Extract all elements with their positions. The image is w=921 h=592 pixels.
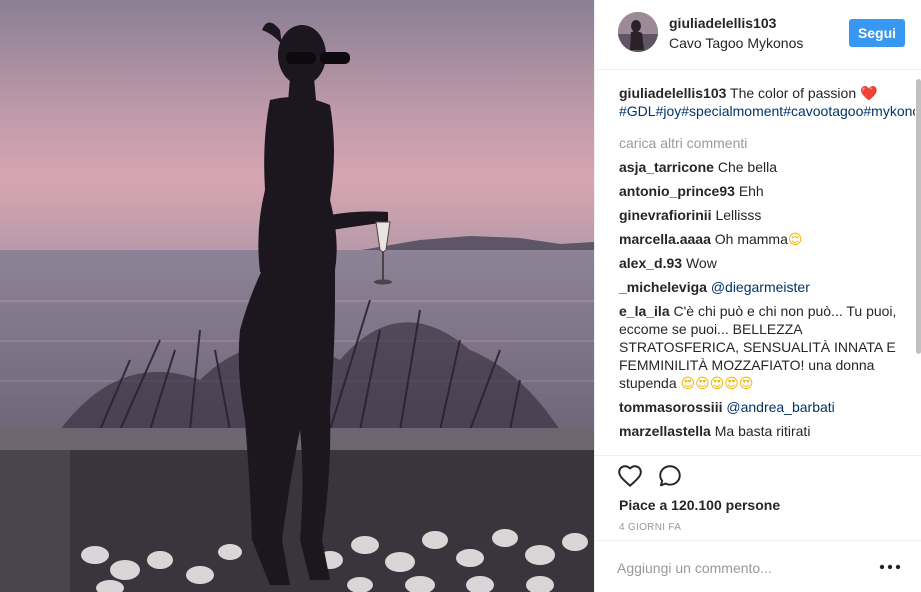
comment-username[interactable]: ginevrafiorinii xyxy=(619,207,712,223)
post-author-username[interactable]: giuliadelellis103 xyxy=(669,15,776,31)
comment-text: Ma basta ritirati xyxy=(714,423,811,439)
comments-scrollbar[interactable] xyxy=(915,71,921,454)
comment-mention[interactable]: @diegarmeister xyxy=(711,279,810,295)
comment-username[interactable]: tommasorossiii xyxy=(619,399,722,415)
add-comment-input[interactable] xyxy=(617,558,867,578)
more-options-icon[interactable] xyxy=(878,560,902,574)
comment-text: Che bella xyxy=(717,159,777,175)
caption-username[interactable]: giuliadelellis103 xyxy=(619,85,726,101)
comment-text: Ehh xyxy=(738,183,764,199)
comment-username[interactable]: marzellastella xyxy=(619,423,711,439)
caption-hashtags[interactable]: #GDL#joy#specialmoment#cavootagoo#mykono… xyxy=(619,103,915,119)
add-comment-bar xyxy=(595,540,921,592)
comments-list[interactable]: giuliadelellis103 The color of passion ❤… xyxy=(595,71,915,454)
comment-item: tommasorossiii @andrea_barbati xyxy=(619,398,903,416)
post-location[interactable]: Cavo Tagoo Mykonos xyxy=(669,35,803,51)
like-count[interactable]: Piace a 120.100 persone xyxy=(619,497,780,513)
post-photo[interactable] xyxy=(0,0,594,592)
scrollbar-thumb[interactable] xyxy=(916,79,921,354)
comment-item: antonio_prince93 Ehh xyxy=(619,182,903,200)
comment-username[interactable]: alex_d.93 xyxy=(619,255,682,271)
load-more-comments-link[interactable]: carica altri commenti xyxy=(619,134,903,152)
heart-outline-icon[interactable] xyxy=(617,463,643,489)
comment-username[interactable]: e_la_ila xyxy=(619,303,670,319)
post-header: giuliadelellis103 Cavo Tagoo Mykonos Seg… xyxy=(595,0,921,70)
avatar-image xyxy=(618,12,658,52)
red-heart-emoji: ❤️ xyxy=(860,85,878,101)
comment-text: Wow xyxy=(685,255,717,271)
comment-text: Oh mamma xyxy=(714,231,788,247)
comment-username[interactable]: asja_tarricone xyxy=(619,159,714,175)
comment-item: marcella.aaaa Oh mamma😌 xyxy=(619,230,903,248)
heart-eyes-emoji: 😍😍😍😍😍 xyxy=(680,375,754,391)
comment-item: asja_tarricone Che bella xyxy=(619,158,903,176)
comment-item: alex_d.93 Wow xyxy=(619,254,903,272)
comment-mention[interactable]: @andrea_barbati xyxy=(726,399,834,415)
comment-item: ginevrafiorinii Lellisss xyxy=(619,206,903,224)
speech-bubble-icon[interactable] xyxy=(657,463,683,489)
post-side-panel: giuliadelellis103 Cavo Tagoo Mykonos Seg… xyxy=(594,0,921,592)
relieved-face-emoji: 😌 xyxy=(787,231,803,247)
comment-username[interactable]: _micheleviga xyxy=(619,279,707,295)
follow-button[interactable]: Segui xyxy=(849,19,905,47)
comment-item: _micheleviga @diegarmeister xyxy=(619,278,903,296)
post-caption: giuliadelellis103 The color of passion ❤… xyxy=(619,84,915,120)
caption-text: The color of passion xyxy=(730,85,857,101)
comment-username[interactable]: marcella.aaaa xyxy=(619,231,711,247)
sunset-silhouette-image xyxy=(0,0,594,592)
avatar[interactable] xyxy=(618,12,658,52)
comment-text: Lellisss xyxy=(715,207,762,223)
post-actions: Piace a 120.100 persone 4 GIORNI FA xyxy=(595,455,921,539)
comment-item: e_la_ila C'è chi può e chi non può... Tu… xyxy=(619,302,903,392)
comment-username[interactable]: antonio_prince93 xyxy=(619,183,735,199)
post-timestamp[interactable]: 4 GIORNI FA xyxy=(619,522,681,533)
comment-item: marzellastella Ma basta ritirati xyxy=(619,422,903,440)
